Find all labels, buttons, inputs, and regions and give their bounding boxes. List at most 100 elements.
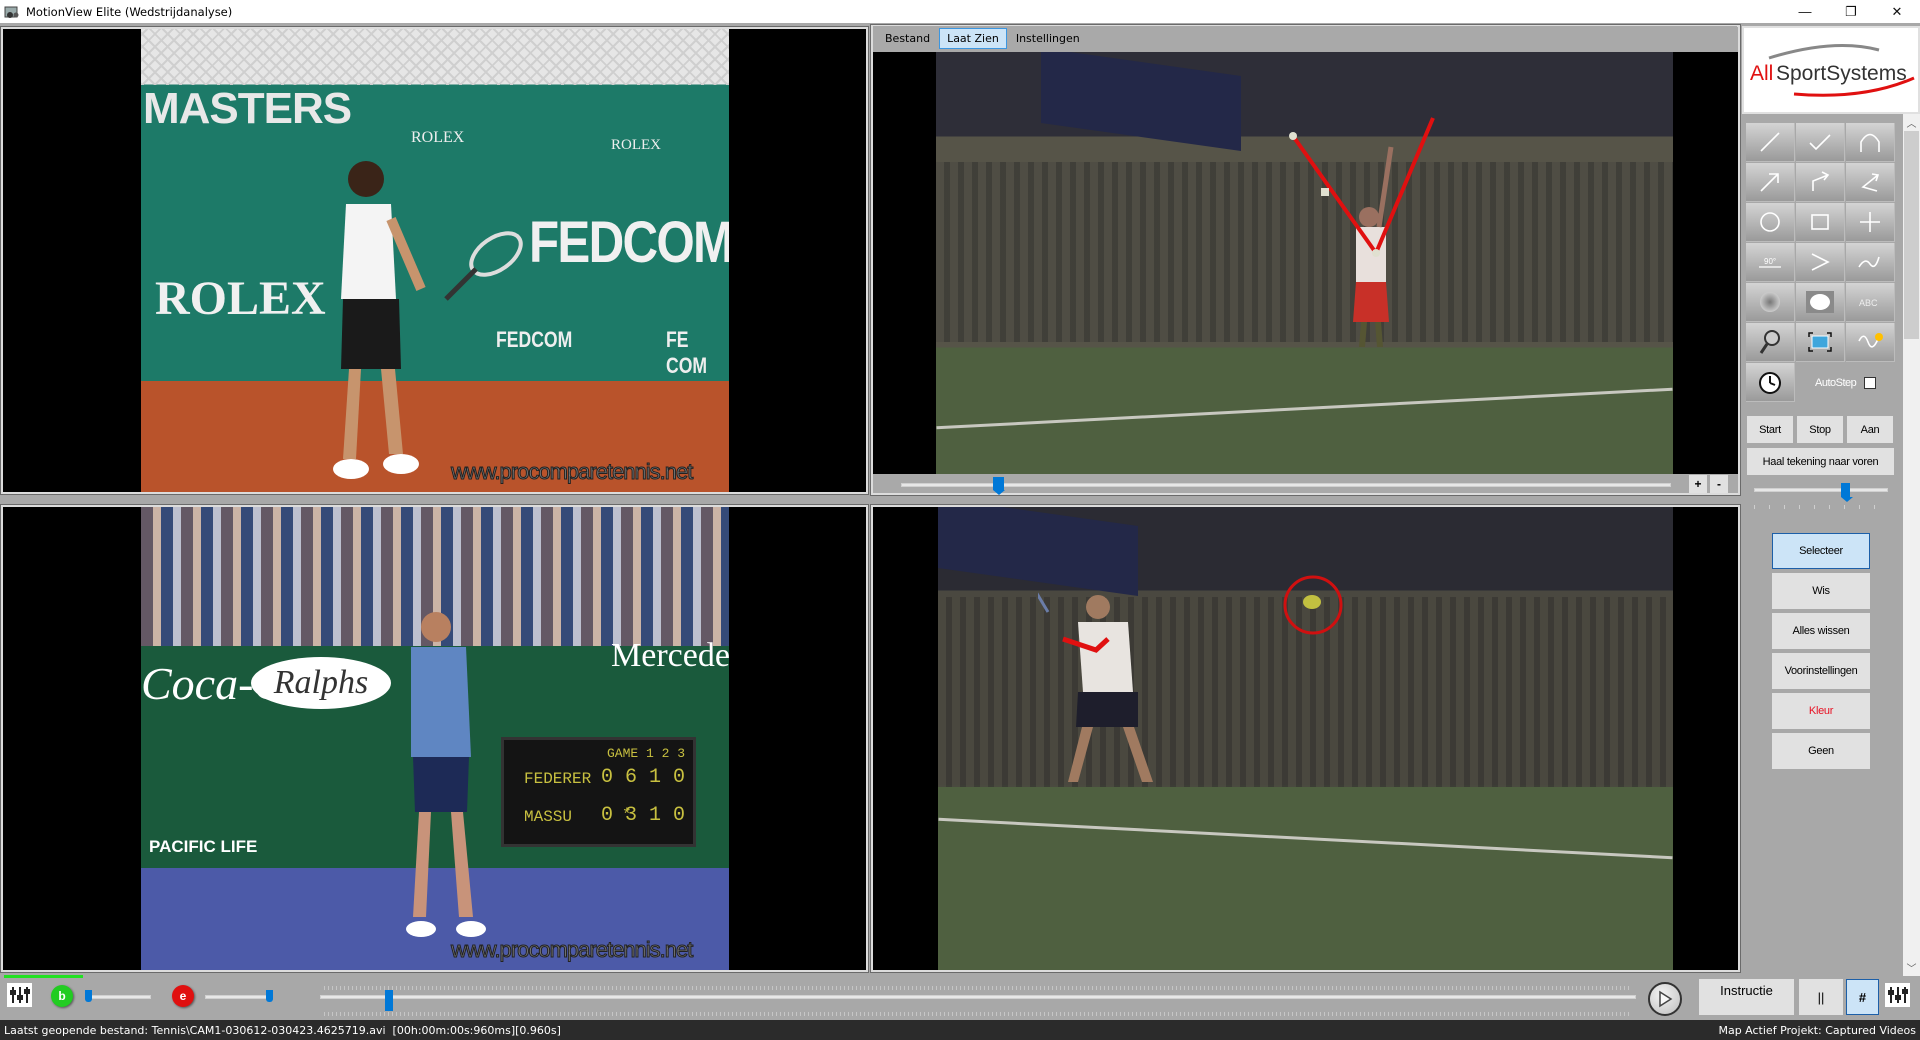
trajectory-tool-button[interactable] bbox=[1846, 323, 1895, 362]
svg-text:90°: 90° bbox=[1764, 257, 1776, 266]
end-marker-slider[interactable] bbox=[203, 986, 275, 1006]
menu-item-laat-zien[interactable]: Laat Zien bbox=[939, 27, 1007, 49]
timer-stop-button[interactable]: Stop bbox=[1797, 416, 1843, 443]
autostep-toggle[interactable]: AutoStep bbox=[1815, 377, 1877, 389]
timer-aan-button[interactable]: Aan bbox=[1847, 416, 1893, 443]
annotation-layer[interactable] bbox=[938, 507, 1673, 970]
scroll-down-icon[interactable]: ﹀ bbox=[1903, 959, 1920, 976]
spotlight-icon bbox=[1760, 292, 1780, 312]
player-figure bbox=[406, 612, 486, 937]
scroll-up-icon[interactable]: ︿ bbox=[1903, 114, 1920, 131]
video-panel-top-left[interactable]: MASTERS ROLEX ROLEX FEDCOM ROLEX FEDCOM … bbox=[0, 26, 869, 495]
slider-thumb[interactable] bbox=[266, 990, 273, 1002]
banner-text: ROLEX bbox=[411, 129, 465, 146]
text-tool-button[interactable]: ABC bbox=[1846, 283, 1895, 322]
status-last-file: Laatst geopende bestand: Tennis\CAM1-030… bbox=[4, 1023, 561, 1037]
angle-midpoint-handle[interactable] bbox=[1321, 188, 1329, 196]
line-icon bbox=[1760, 132, 1780, 152]
circle-tool-button[interactable] bbox=[1746, 203, 1795, 242]
arc-tool-button[interactable] bbox=[1846, 123, 1895, 162]
sliders-icon bbox=[1887, 987, 1908, 1003]
angle-arrow-tool-button[interactable] bbox=[1846, 163, 1895, 202]
freehand-curve-tool-button[interactable] bbox=[1846, 243, 1895, 282]
banner-text: Mercedes bbox=[611, 637, 729, 674]
pause-button[interactable]: || bbox=[1799, 979, 1843, 1015]
angle-vertex-handle[interactable] bbox=[1372, 249, 1380, 257]
menu-item-bestand[interactable]: Bestand bbox=[877, 28, 938, 49]
scoreboard: GAME 1 2 3 FEDERER 0 6 1 0 MASSU * 0 3 1… bbox=[501, 737, 696, 847]
close-button[interactable]: ✕ bbox=[1874, 0, 1920, 23]
minimize-button[interactable]: — bbox=[1782, 0, 1828, 23]
opacity-slider[interactable] bbox=[1752, 483, 1890, 513]
wis-button[interactable]: Wis bbox=[1772, 573, 1870, 609]
racket bbox=[444, 231, 523, 301]
play-button[interactable] bbox=[1648, 982, 1682, 1016]
svg-text:ABC: ABC bbox=[1859, 298, 1878, 308]
selecteer-button[interactable]: Selecteer bbox=[1772, 533, 1870, 569]
slider-thumb[interactable] bbox=[85, 990, 92, 1002]
video-position-slider[interactable]: + - bbox=[873, 474, 1738, 495]
voorinstellingen-button[interactable]: Voorinstellingen bbox=[1772, 653, 1870, 689]
autostep-checkbox[interactable] bbox=[1864, 377, 1877, 389]
begin-marker-slider[interactable] bbox=[82, 986, 152, 1006]
kleur-button[interactable]: Kleur bbox=[1772, 693, 1870, 729]
slider-track bbox=[205, 995, 271, 999]
video-panel-top-right[interactable]: + - bbox=[870, 24, 1741, 496]
scrollbar-thumb[interactable] bbox=[1904, 131, 1919, 339]
arm-angle-line[interactable] bbox=[1062, 636, 1110, 653]
frame-tool-button[interactable] bbox=[1796, 323, 1845, 362]
video-frame-forehand[interactable] bbox=[938, 507, 1673, 970]
angle-handle[interactable] bbox=[1289, 132, 1297, 140]
video-frame-clay[interactable]: MASTERS ROLEX ROLEX FEDCOM ROLEX FEDCOM … bbox=[141, 29, 729, 492]
crosshair-tool-button[interactable] bbox=[1846, 203, 1895, 242]
banner-text: FE COM bbox=[666, 327, 708, 378]
video-frame-hardcourt[interactable]: Coca-Cola Ralphs Mercedes PACIFIC LIFE G… bbox=[141, 507, 729, 970]
maximize-button[interactable]: ❐ bbox=[1828, 0, 1874, 23]
menu-item-instellingen[interactable]: Instellingen bbox=[1008, 28, 1088, 49]
status-bar: Laatst geopende bestand: Tennis\CAM1-030… bbox=[0, 1020, 1920, 1040]
tool-panel-scrollbar[interactable]: ︿ ﹀ bbox=[1903, 114, 1920, 976]
slider-track bbox=[1754, 488, 1888, 492]
zoom-out-button[interactable]: - bbox=[1710, 475, 1728, 493]
allsportsystems-logo: All SportSystems bbox=[1742, 26, 1920, 114]
ellipse-fill-tool-button[interactable] bbox=[1796, 283, 1845, 322]
timeline-thumb[interactable] bbox=[385, 990, 394, 1011]
line-tool-button[interactable] bbox=[1746, 123, 1795, 162]
angle-90-tool-button[interactable]: 90° bbox=[1746, 243, 1795, 282]
playback-bar: b e Instructie || # bbox=[0, 978, 1920, 1020]
timeline-slider[interactable] bbox=[320, 980, 1636, 1016]
end-marker-button[interactable]: e bbox=[172, 985, 194, 1007]
arrow-tool-button[interactable] bbox=[1746, 163, 1795, 202]
video-frame-serve[interactable] bbox=[873, 52, 1738, 474]
instruction-button[interactable]: Instructie bbox=[1699, 979, 1794, 1015]
alles-wissen-button[interactable]: Alles wissen bbox=[1772, 613, 1870, 649]
bring-to-front-button[interactable]: Haal tekening naar voren bbox=[1747, 448, 1894, 475]
arc-icon bbox=[1860, 133, 1880, 152]
zoom-in-button[interactable]: + bbox=[1689, 475, 1707, 493]
slider-thumb[interactable] bbox=[1841, 483, 1854, 502]
video-panel-bottom-left[interactable]: Coca-Cola Ralphs Mercedes PACIFIC LIFE G… bbox=[0, 504, 869, 973]
title-bar: MotionView Elite (Wedstrijdanalyse) — ❐ … bbox=[0, 0, 1920, 23]
spotlight-tool-button[interactable] bbox=[1746, 283, 1795, 322]
slider-thumb[interactable] bbox=[993, 477, 1006, 495]
polyline-arrow-icon bbox=[1812, 171, 1830, 191]
begin-marker-button[interactable]: b bbox=[51, 985, 73, 1007]
timer-start-button[interactable]: Start bbox=[1747, 416, 1793, 443]
mixer-settings-button-right[interactable] bbox=[1885, 983, 1910, 1007]
rectangle-tool-button[interactable] bbox=[1796, 203, 1845, 242]
grid-toggle-button[interactable]: # bbox=[1846, 979, 1879, 1015]
angle-line[interactable] bbox=[1374, 117, 1435, 254]
stopwatch-tool-button[interactable] bbox=[1746, 363, 1795, 402]
polyline-arrow-tool-button[interactable] bbox=[1796, 163, 1845, 202]
banner-text: FEDCOM bbox=[529, 210, 729, 275]
app-icon bbox=[4, 6, 19, 18]
mixer-settings-button[interactable] bbox=[7, 983, 32, 1007]
angle-annotation[interactable] bbox=[936, 52, 1673, 474]
checkmark-tool-button[interactable] bbox=[1796, 123, 1845, 162]
video-panel-bottom-right[interactable] bbox=[870, 504, 1741, 973]
angle-tool-button[interactable] bbox=[1796, 243, 1845, 282]
angle-line[interactable] bbox=[1291, 134, 1378, 255]
tennis-ball bbox=[1303, 595, 1321, 609]
magnifier-tool-button[interactable] bbox=[1746, 323, 1795, 362]
geen-button[interactable]: Geen bbox=[1772, 733, 1870, 769]
